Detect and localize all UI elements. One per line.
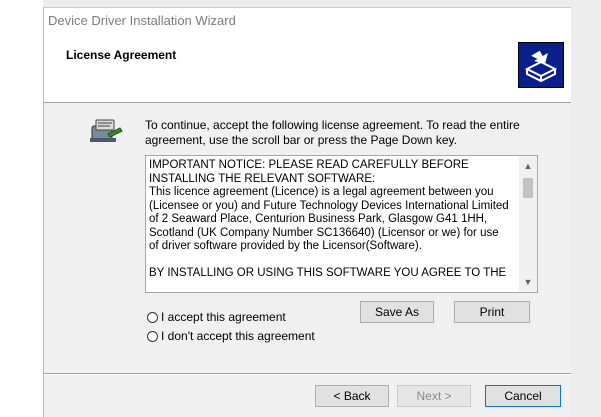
accept-radio[interactable]: I accept this agreement xyxy=(147,310,286,324)
next-button[interactable]: Next > xyxy=(397,385,471,407)
license-scrollbar[interactable]: ▲ ▼ xyxy=(519,156,537,292)
radio-circle-icon[interactable] xyxy=(147,330,158,342)
save-as-button[interactable]: Save As xyxy=(360,301,434,323)
scroll-up-icon[interactable]: ▲ xyxy=(519,158,537,174)
wizard-icon-graphic xyxy=(90,119,123,142)
license-textbox[interactable]: IMPORTANT NOTICE: PLEASE READ CAREFULLY … xyxy=(145,155,538,293)
wizard-window: Device Driver Installation Wizard Licens… xyxy=(43,7,571,417)
scroll-down-icon[interactable]: ▼ xyxy=(519,274,537,290)
scroll-thumb[interactable] xyxy=(523,178,533,198)
back-button[interactable]: < Back xyxy=(315,385,389,407)
accept-label[interactable]: I accept this agreement xyxy=(161,310,286,324)
footer-separator xyxy=(44,373,571,375)
wizard-icon xyxy=(88,116,124,144)
license-text: IMPORTANT NOTICE: PLEASE READ CAREFULLY … xyxy=(149,159,509,279)
radio-circle-icon[interactable] xyxy=(147,311,158,323)
print-button[interactable]: Print xyxy=(454,301,530,323)
cancel-button[interactable]: Cancel xyxy=(485,385,561,407)
background-panel xyxy=(0,0,43,417)
page-title: License Agreement xyxy=(66,48,177,62)
title-bar: Device Driver Installation Wizard xyxy=(44,8,571,34)
driver-install-icon-graphic xyxy=(519,43,563,87)
wizard-header: License Agreement xyxy=(44,34,571,103)
decline-radio[interactable]: I don't accept this agreement xyxy=(147,329,315,343)
intro-text: To continue, accept the following licens… xyxy=(145,118,520,147)
decline-label[interactable]: I don't accept this agreement xyxy=(161,329,315,343)
window-title: Device Driver Installation Wizard xyxy=(48,13,236,28)
driver-install-icon xyxy=(518,42,564,88)
